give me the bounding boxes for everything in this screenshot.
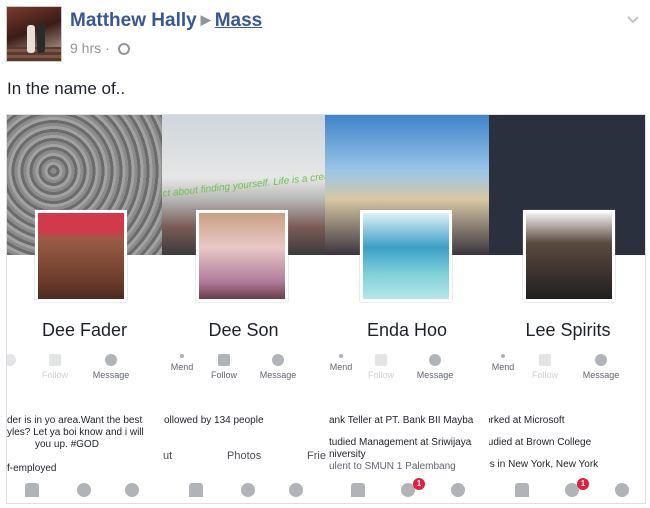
friends-icon[interactable]: [189, 483, 203, 497]
action-buttons: Mend Follow Message: [162, 352, 325, 392]
follow-icon: [539, 354, 551, 366]
info-line: der is in yo area.Want the best: [7, 415, 143, 426]
profile-card: Lee Spirits Mend Follow Message orked at…: [489, 115, 645, 503]
add-friend-button[interactable]: nd: [7, 352, 25, 380]
action-buttons: Mend Follow Message: [325, 352, 489, 392]
action-buttons: nd Follow Message: [7, 352, 162, 392]
add-friend-icon: [501, 354, 505, 358]
follow-icon: [218, 354, 230, 366]
group-name-link[interactable]: Mass: [215, 10, 263, 31]
post-time[interactable]: 9 hrs: [70, 40, 101, 56]
info-line: tudied at Brown College: [489, 437, 592, 448]
friends-icon[interactable]: [25, 483, 39, 497]
tab-about[interactable]: ut: [163, 450, 172, 462]
profile-info: ollowed by 134 people: [162, 415, 325, 427]
post-meta: 9 hrs ·: [70, 40, 130, 56]
avatar-figure: [37, 23, 45, 53]
profile-name[interactable]: Dee Fader: [7, 320, 162, 341]
bottom-icon-bar: 1 1: [7, 475, 645, 503]
profile-picture[interactable]: [523, 210, 615, 302]
profile-picture[interactable]: [35, 210, 127, 302]
profile-card: Enda Hoo Mend Follow Message ank Teller …: [325, 115, 489, 503]
info-line: niversity: [329, 449, 366, 460]
add-friend-icon: [180, 354, 184, 358]
info-line: you up. #GOD: [35, 439, 99, 450]
messenger-icon: [595, 354, 607, 366]
profile-subnav: ut Photos Frie: [147, 445, 337, 469]
avatar-figure: [27, 25, 35, 53]
profile-name[interactable]: Lee Spirits: [489, 320, 645, 341]
chevron-down-icon[interactable]: [626, 12, 640, 26]
follow-icon: [49, 354, 61, 366]
profile-name[interactable]: Enda Hoo: [325, 320, 489, 341]
info-line: ives in New York, New York: [489, 459, 599, 470]
info-line: yles? Let ya boi know and i will: [7, 427, 144, 438]
follow-button[interactable]: Follow: [29, 352, 81, 380]
profile-picture[interactable]: [196, 210, 288, 302]
notification-badge: 1: [413, 478, 425, 490]
message-button[interactable]: Message: [85, 352, 137, 380]
friends-icon[interactable]: [351, 483, 365, 497]
follow-button[interactable]: Follow: [355, 352, 407, 380]
profile-info: der is in yo area.Want the best yles? Le…: [7, 415, 162, 475]
globe-icon[interactable]: [451, 483, 465, 497]
globe-icon[interactable]: [289, 483, 303, 497]
add-friend-icon: [339, 354, 343, 358]
follow-button[interactable]: Follow: [198, 352, 250, 380]
author-line: Matthew Hally ▶ Mass: [70, 10, 262, 32]
messenger-icon[interactable]: [77, 483, 91, 497]
post-text: In the name of..: [7, 79, 126, 98]
globe-icon[interactable]: [615, 483, 629, 497]
profile-info: orked at Microsoft tudied at Brown Colle…: [489, 415, 645, 471]
info-line: ank Teller at PT. Bank BII Mayba: [329, 415, 474, 426]
arrow-right-icon: ▶: [200, 12, 211, 27]
profile-info: ank Teller at PT. Bank BII Mayba tudied …: [325, 415, 489, 473]
cover-caption: ct about finding yourself. Life is a cre…: [162, 165, 325, 200]
info-line: tudied Management at Sriwijaya: [329, 437, 472, 448]
follow-button[interactable]: Follow: [519, 352, 571, 380]
tab-photos[interactable]: Photos: [227, 450, 261, 462]
message-button[interactable]: Message: [409, 352, 461, 380]
add-friend-icon: [7, 354, 16, 366]
shared-image-collage[interactable]: Dee Fader nd Follow Message der is in yo…: [6, 114, 646, 504]
globe-icon[interactable]: [117, 43, 130, 55]
message-button[interactable]: Message: [252, 352, 304, 380]
messenger-icon: [105, 354, 117, 366]
author-name-link[interactable]: Matthew Hally: [70, 10, 197, 31]
follow-icon: [375, 354, 387, 366]
info-line: ulent to SMUN 1 Palembang: [329, 461, 456, 472]
info-line: orked at Microsoft: [489, 415, 565, 426]
info-line: ollowed by 134 people: [164, 415, 264, 426]
notification-badge: 1: [577, 478, 589, 490]
author-avatar[interactable]: [6, 6, 62, 62]
message-button[interactable]: Message: [575, 352, 627, 380]
info-line: f-employed: [7, 463, 57, 474]
globe-icon[interactable]: [125, 483, 139, 497]
messenger-icon: [429, 354, 441, 366]
messenger-icon[interactable]: [241, 483, 255, 497]
tab-friends[interactable]: Frie: [307, 450, 326, 462]
profile-picture[interactable]: [360, 210, 452, 302]
action-buttons: Mend Follow Message: [489, 352, 645, 392]
profile-card: Dee Fader nd Follow Message der is in yo…: [7, 115, 162, 503]
messenger-icon: [272, 354, 284, 366]
friends-icon[interactable]: [515, 483, 529, 497]
post-header: Matthew Hally ▶ Mass 9 hrs ·: [6, 6, 646, 66]
profile-name[interactable]: Dee Son: [162, 320, 325, 341]
